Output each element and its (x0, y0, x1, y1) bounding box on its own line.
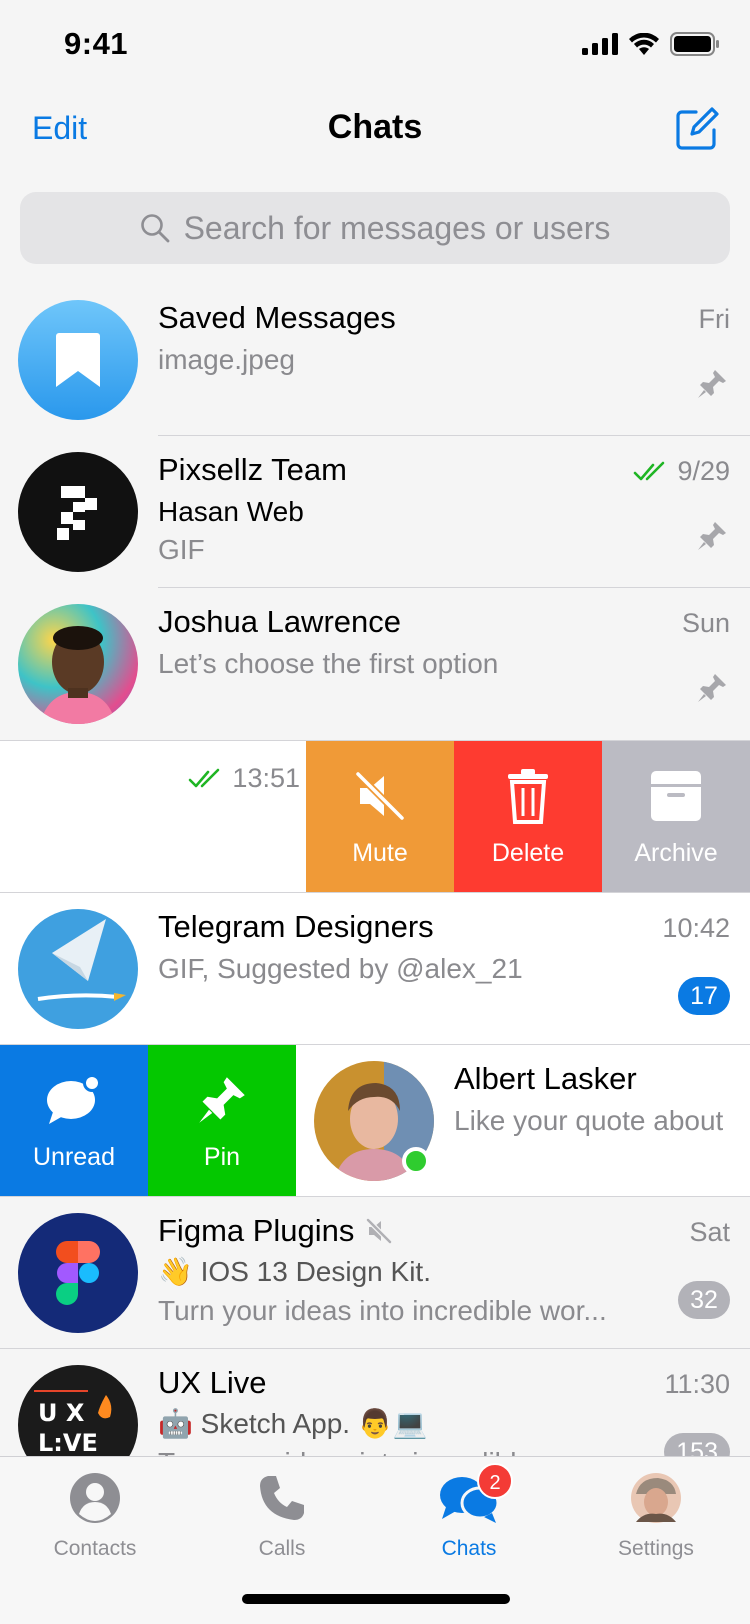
navigation-bar: Edit Chats (0, 88, 750, 180)
unread-bubble-icon (47, 1074, 101, 1124)
archive-icon (651, 771, 701, 821)
search-icon (140, 214, 169, 243)
status-bar: 9:41 (0, 0, 750, 88)
avatar (18, 604, 138, 724)
time-text: 11:30 (664, 1369, 730, 1399)
chat-name-text: Figma Plugins (158, 1213, 355, 1248)
signal-icon (582, 33, 618, 55)
archive-label: Archive (634, 839, 718, 867)
chat-time: Fri (699, 304, 730, 335)
mute-label: Mute (352, 839, 408, 867)
avatar (18, 452, 138, 572)
time-text: 10:42 (662, 913, 730, 943)
pin-button[interactable]: Pin (148, 1045, 296, 1196)
page-title: Chats (327, 108, 423, 146)
chat-message: Like your quote about (454, 1105, 724, 1136)
chat-time: 11:30 (664, 1369, 730, 1400)
tab-chats[interactable]: 2 Chats (399, 1463, 539, 1561)
pixsellz-logo-icon (57, 486, 97, 540)
trash-icon (508, 769, 548, 824)
tab-contacts[interactable]: Contacts (25, 1469, 165, 1561)
pin-action-icon (199, 1077, 245, 1123)
tab-label: Calls (258, 1537, 306, 1560)
pin-icon (698, 522, 726, 550)
chat-row-swiped[interactable]: 13:51 Mute Delete Archive (0, 740, 750, 892)
chat-message: GIF (158, 534, 205, 565)
chat-message: 👋 IOS 13 Design Kit. (158, 1256, 431, 1287)
chat-time: 13:51 (188, 763, 300, 794)
chat-row-pixsellz-team[interactable]: Pixsellz Team Hasan Web GIF 9/29 (0, 436, 750, 588)
bookmark-icon (56, 333, 100, 387)
profile-avatar-icon (631, 1473, 681, 1523)
chats-badge: 2 (477, 1463, 513, 1499)
time-text: 13:51 (232, 763, 300, 793)
chat-message-preview: Turn your ideas into incredible wor... (158, 1295, 607, 1326)
avatar (18, 300, 138, 420)
tab-label: Chats (441, 1537, 497, 1560)
search-input[interactable]: Search for messages or users (20, 192, 730, 264)
mute-icon (355, 771, 405, 821)
tab-label: Contacts (53, 1537, 137, 1560)
home-indicator (242, 1594, 510, 1604)
pin-label: Pin (203, 1143, 241, 1171)
compose-icon[interactable] (674, 106, 720, 152)
chat-row-albert-lasker[interactable]: Unread Pin Albert Lasker Like your quote… (0, 1044, 750, 1196)
chat-name: Telegram Designers (158, 909, 434, 944)
chat-row-saved-messages[interactable]: Saved Messages image.jpeg Fri (0, 284, 750, 436)
mute-button[interactable]: Mute (306, 741, 454, 892)
chat-row-telegram-designers[interactable]: Telegram Designers GIF, Suggested by @al… (0, 892, 750, 1044)
person-photo-icon (40, 626, 116, 724)
svg-text:U X: U X (38, 1399, 85, 1427)
chat-name: Figma Plugins (158, 1213, 393, 1249)
avatar (18, 909, 138, 1029)
status-time: 9:41 (64, 26, 129, 61)
time-text: Fri (698, 304, 730, 334)
tab-settings[interactable]: Settings (586, 1469, 726, 1561)
chat-name: Saved Messages (158, 300, 396, 335)
search-placeholder: Search for messages or users (183, 209, 611, 246)
chat-row-joshua-lawrence[interactable]: Joshua Lawrence Let’s choose the first o… (0, 588, 750, 740)
chat-message: GIF, Suggested by @alex_21 (158, 953, 523, 984)
chat-name: UX Live (158, 1365, 267, 1400)
chat-name: Albert Lasker (454, 1061, 637, 1096)
pin-icon (698, 370, 726, 398)
figma-logo-icon (56, 1241, 100, 1305)
avatar (18, 1213, 138, 1333)
phone-icon (260, 1476, 304, 1520)
chat-name: Pixsellz Team (158, 452, 347, 487)
unread-button[interactable]: Unread (0, 1045, 148, 1196)
tab-calls[interactable]: Calls (212, 1469, 352, 1561)
chat-message: image.jpeg (158, 344, 295, 375)
delete-button[interactable]: Delete (454, 741, 602, 892)
chat-sender: Hasan Web (158, 496, 304, 527)
paper-plane-icon (37, 919, 126, 1001)
double-check-icon (189, 768, 220, 787)
pin-icon (698, 674, 726, 702)
chat-time: Sat (689, 1217, 730, 1248)
time-text: 9/29 (677, 456, 730, 486)
double-check-icon (634, 461, 665, 480)
chat-row-figma-plugins[interactable]: Figma Plugins 👋 IOS 13 Design Kit. Turn … (0, 1196, 750, 1348)
muted-icon (366, 1218, 393, 1244)
unread-label: Unread (33, 1143, 115, 1171)
wifi-icon (629, 33, 659, 55)
contacts-icon (70, 1473, 120, 1523)
chat-name: Joshua Lawrence (158, 604, 401, 639)
battery-icon (670, 32, 719, 56)
chat-time: Sun (682, 608, 730, 639)
svg-text:L:VE: L:VE (38, 1429, 98, 1457)
online-indicator (402, 1147, 430, 1175)
tab-label: Settings (618, 1537, 694, 1560)
time-text: Sun (681, 608, 730, 638)
chat-time: 9/29 (633, 456, 730, 487)
chat-time: 10:42 (662, 913, 730, 944)
delete-label: Delete (491, 839, 565, 867)
unread-badge: 17 (678, 977, 730, 1015)
time-text: Sat (689, 1217, 730, 1247)
chat-message: 🤖 Sketch App. 👨💻 (158, 1408, 428, 1439)
unread-badge: 32 (678, 1281, 730, 1319)
chat-message: Let’s choose the first option (158, 648, 499, 679)
archive-button[interactable]: Archive (602, 741, 750, 892)
status-icons (582, 32, 720, 56)
